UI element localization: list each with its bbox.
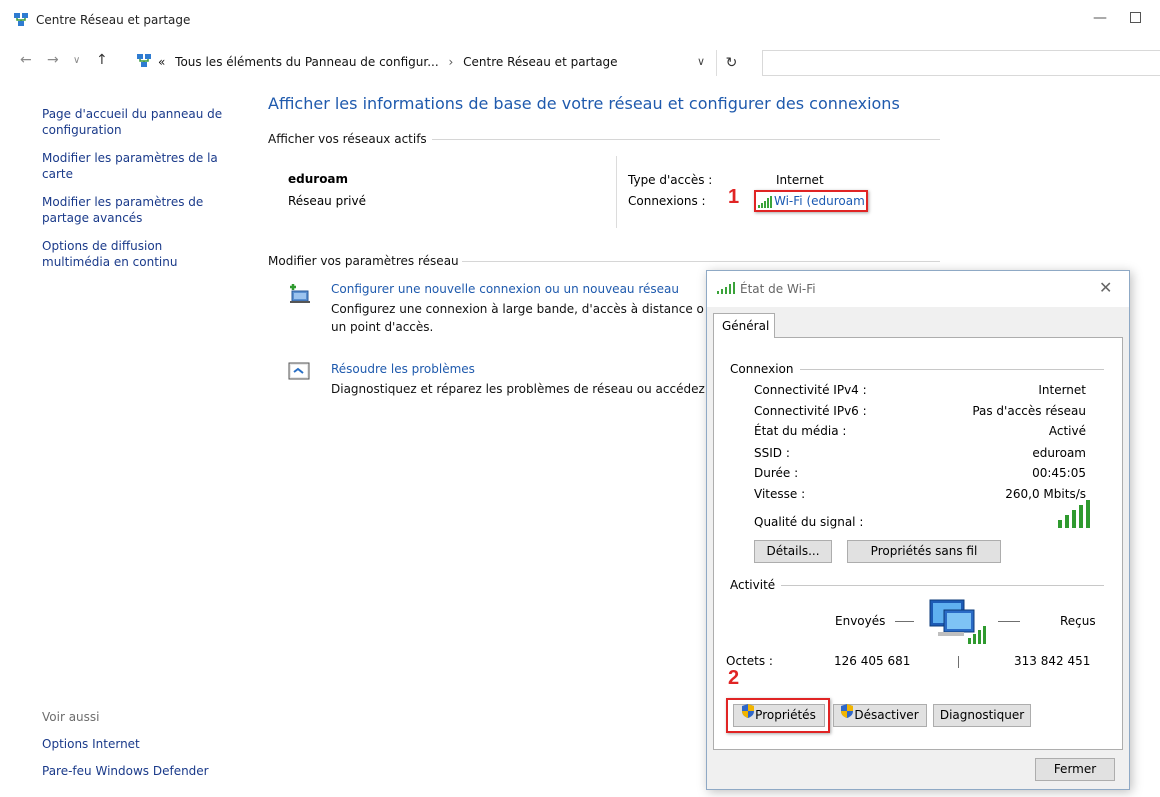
step-2-marker: 2	[728, 667, 740, 689]
network-type: Réseau privé	[288, 194, 366, 208]
divider	[895, 621, 914, 622]
ipv6-value: Pas d'accès réseau	[972, 404, 1086, 418]
tab-panel: Connexion Connectivité IPv4 : Internet C…	[713, 337, 1123, 750]
wifi-signal-icon	[717, 282, 735, 297]
access-type-label: Type d'accès :	[628, 173, 713, 187]
breadcrumb-overflow[interactable]: «	[158, 55, 165, 69]
ipv6-label: Connectivité IPv6 :	[754, 404, 867, 418]
task-troubleshoot-desc: Diagnostiquez et réparez les problèmes d…	[331, 382, 705, 396]
network-name: eduroam	[288, 172, 349, 186]
window-title: Centre Réseau et partage	[36, 13, 191, 27]
disable-button[interactable]: Désactiver	[833, 704, 927, 727]
breadcrumb-separator[interactable]: ›	[449, 55, 454, 69]
divider	[462, 261, 940, 262]
uac-shield-icon	[742, 704, 755, 725]
task-troubleshoot-link[interactable]: Résoudre les problèmes	[331, 362, 475, 376]
connection-group-label: Connexion	[730, 362, 800, 376]
breadcrumb-network-center[interactable]: Centre Réseau et partage	[463, 55, 617, 69]
active-networks-header: Afficher vos réseaux actifs	[268, 132, 427, 146]
uac-shield-icon	[841, 704, 854, 725]
dialog-title: État de Wi-Fi	[740, 282, 816, 296]
signal-quality-label: Qualité du signal :	[754, 515, 864, 529]
breadcrumb-control-panel[interactable]: Tous les éléments du Panneau de configur…	[175, 55, 439, 69]
back-arrow-icon[interactable]: ←	[20, 52, 32, 68]
wifi-signal-icon	[758, 196, 772, 211]
task-new-connection-desc: Configurez une connexion à large bande, …	[331, 302, 704, 334]
disable-label: Désactiver	[854, 708, 919, 722]
access-type-value: Internet	[776, 173, 824, 187]
breadcrumb: « Tous les éléments du Panneau de config…	[158, 55, 618, 69]
search-input[interactable]	[762, 50, 1160, 76]
title-bar: Centre Réseau et partage —	[0, 0, 1160, 40]
ssid-label: SSID :	[754, 446, 790, 460]
chevron-down-icon[interactable]: ∨	[697, 55, 705, 68]
network-center-icon	[13, 12, 29, 31]
task-new-connection: Configurer une nouvelle connexion ou un …	[288, 282, 708, 342]
ssid-value: eduroam	[1032, 446, 1086, 460]
address-row: ← → ∨ ↑ « Tous les éléments du Panneau d…	[0, 42, 1160, 82]
details-button[interactable]: Détails...	[754, 540, 832, 563]
activity-group-label: Activité	[730, 578, 782, 592]
wireless-properties-button[interactable]: Propriétés sans fil	[847, 540, 1001, 563]
media-state-value: Activé	[1048, 424, 1086, 438]
properties-button[interactable]: Propriétés	[733, 704, 825, 727]
bytes-sent-value: 126 405 681	[834, 654, 911, 668]
page-title: Afficher les informations de base de vot…	[268, 94, 900, 113]
network-computers-icon	[926, 596, 990, 655]
maximize-button[interactable]	[1130, 12, 1141, 23]
left-link-sharing-settings[interactable]: Modifier les paramètres de partage avanc…	[42, 194, 217, 226]
new-connection-icon	[288, 282, 312, 309]
diagnose-button[interactable]: Diagnostiquer	[933, 704, 1031, 727]
duration-value: 00:45:05	[1032, 466, 1086, 480]
left-link-home[interactable]: Page d'accueil du panneau de configurati…	[42, 106, 237, 138]
see-also-heading: Voir aussi	[42, 710, 100, 724]
media-state-label: État du média :	[754, 424, 847, 438]
divider	[998, 621, 1020, 622]
left-link-adapter-settings[interactable]: Modifier les paramètres de la carte	[42, 150, 227, 182]
step-1-marker: 1	[728, 186, 740, 208]
divider	[732, 585, 1104, 586]
speed-label: Vitesse :	[754, 487, 806, 501]
left-link-internet-options[interactable]: Options Internet	[42, 737, 242, 751]
duration-label: Durée :	[754, 466, 799, 480]
troubleshoot-icon	[288, 362, 310, 385]
bytes-received-value: 313 842 451	[1014, 654, 1091, 668]
tab-general[interactable]: Général	[713, 313, 775, 338]
minimize-button[interactable]: —	[1093, 10, 1113, 30]
wifi-connection-link[interactable]: Wi-Fi (eduroam	[754, 190, 868, 212]
signal-strength-icon	[1058, 500, 1090, 531]
connections-label: Connexions :	[628, 194, 706, 208]
see-also-pane: Voir aussi Options Internet Pare-feu Win…	[42, 710, 242, 791]
left-pane: Page d'accueil du panneau de configurati…	[42, 106, 242, 282]
task-troubleshoot: Résoudre les problèmes Diagnostiquez et …	[288, 362, 708, 402]
network-center-icon	[136, 53, 152, 72]
wifi-connection-label[interactable]: Wi-Fi (eduroam	[774, 194, 865, 208]
bytes-label: Octets :	[726, 654, 773, 668]
forward-arrow-icon[interactable]: →	[47, 52, 59, 68]
received-label: Reçus	[1060, 614, 1096, 628]
divider	[616, 156, 617, 228]
address-bar[interactable]: « Tous les éléments du Panneau de config…	[128, 50, 740, 76]
task-new-connection-link[interactable]: Configurer une nouvelle connexion ou un …	[331, 282, 679, 296]
left-link-media-streaming[interactable]: Options de diffusion multimédia en conti…	[42, 238, 202, 270]
wifi-status-dialog: État de Wi-Fi ✕ Général Connexion Connec…	[706, 270, 1130, 790]
divider	[432, 139, 940, 140]
speed-value: 260,0 Mbits/s	[1005, 487, 1086, 501]
close-button[interactable]: Fermer	[1035, 758, 1115, 781]
sent-label: Envoyés	[835, 614, 886, 628]
ipv4-label: Connectivité IPv4 :	[754, 383, 867, 397]
ipv4-value: Internet	[1038, 383, 1086, 397]
left-link-firewall[interactable]: Pare-feu Windows Defender	[42, 764, 242, 778]
refresh-icon[interactable]: ↻	[716, 50, 746, 76]
properties-label: Propriétés	[755, 708, 816, 722]
recent-dropdown-icon[interactable]: ∨	[73, 55, 80, 66]
close-icon[interactable]: ✕	[1099, 278, 1112, 297]
up-arrow-icon[interactable]: ↑	[96, 52, 108, 68]
divider	[958, 656, 959, 668]
dialog-title-bar: État de Wi-Fi ✕	[707, 271, 1129, 307]
modify-settings-header: Modifier vos paramètres réseau	[268, 254, 459, 268]
